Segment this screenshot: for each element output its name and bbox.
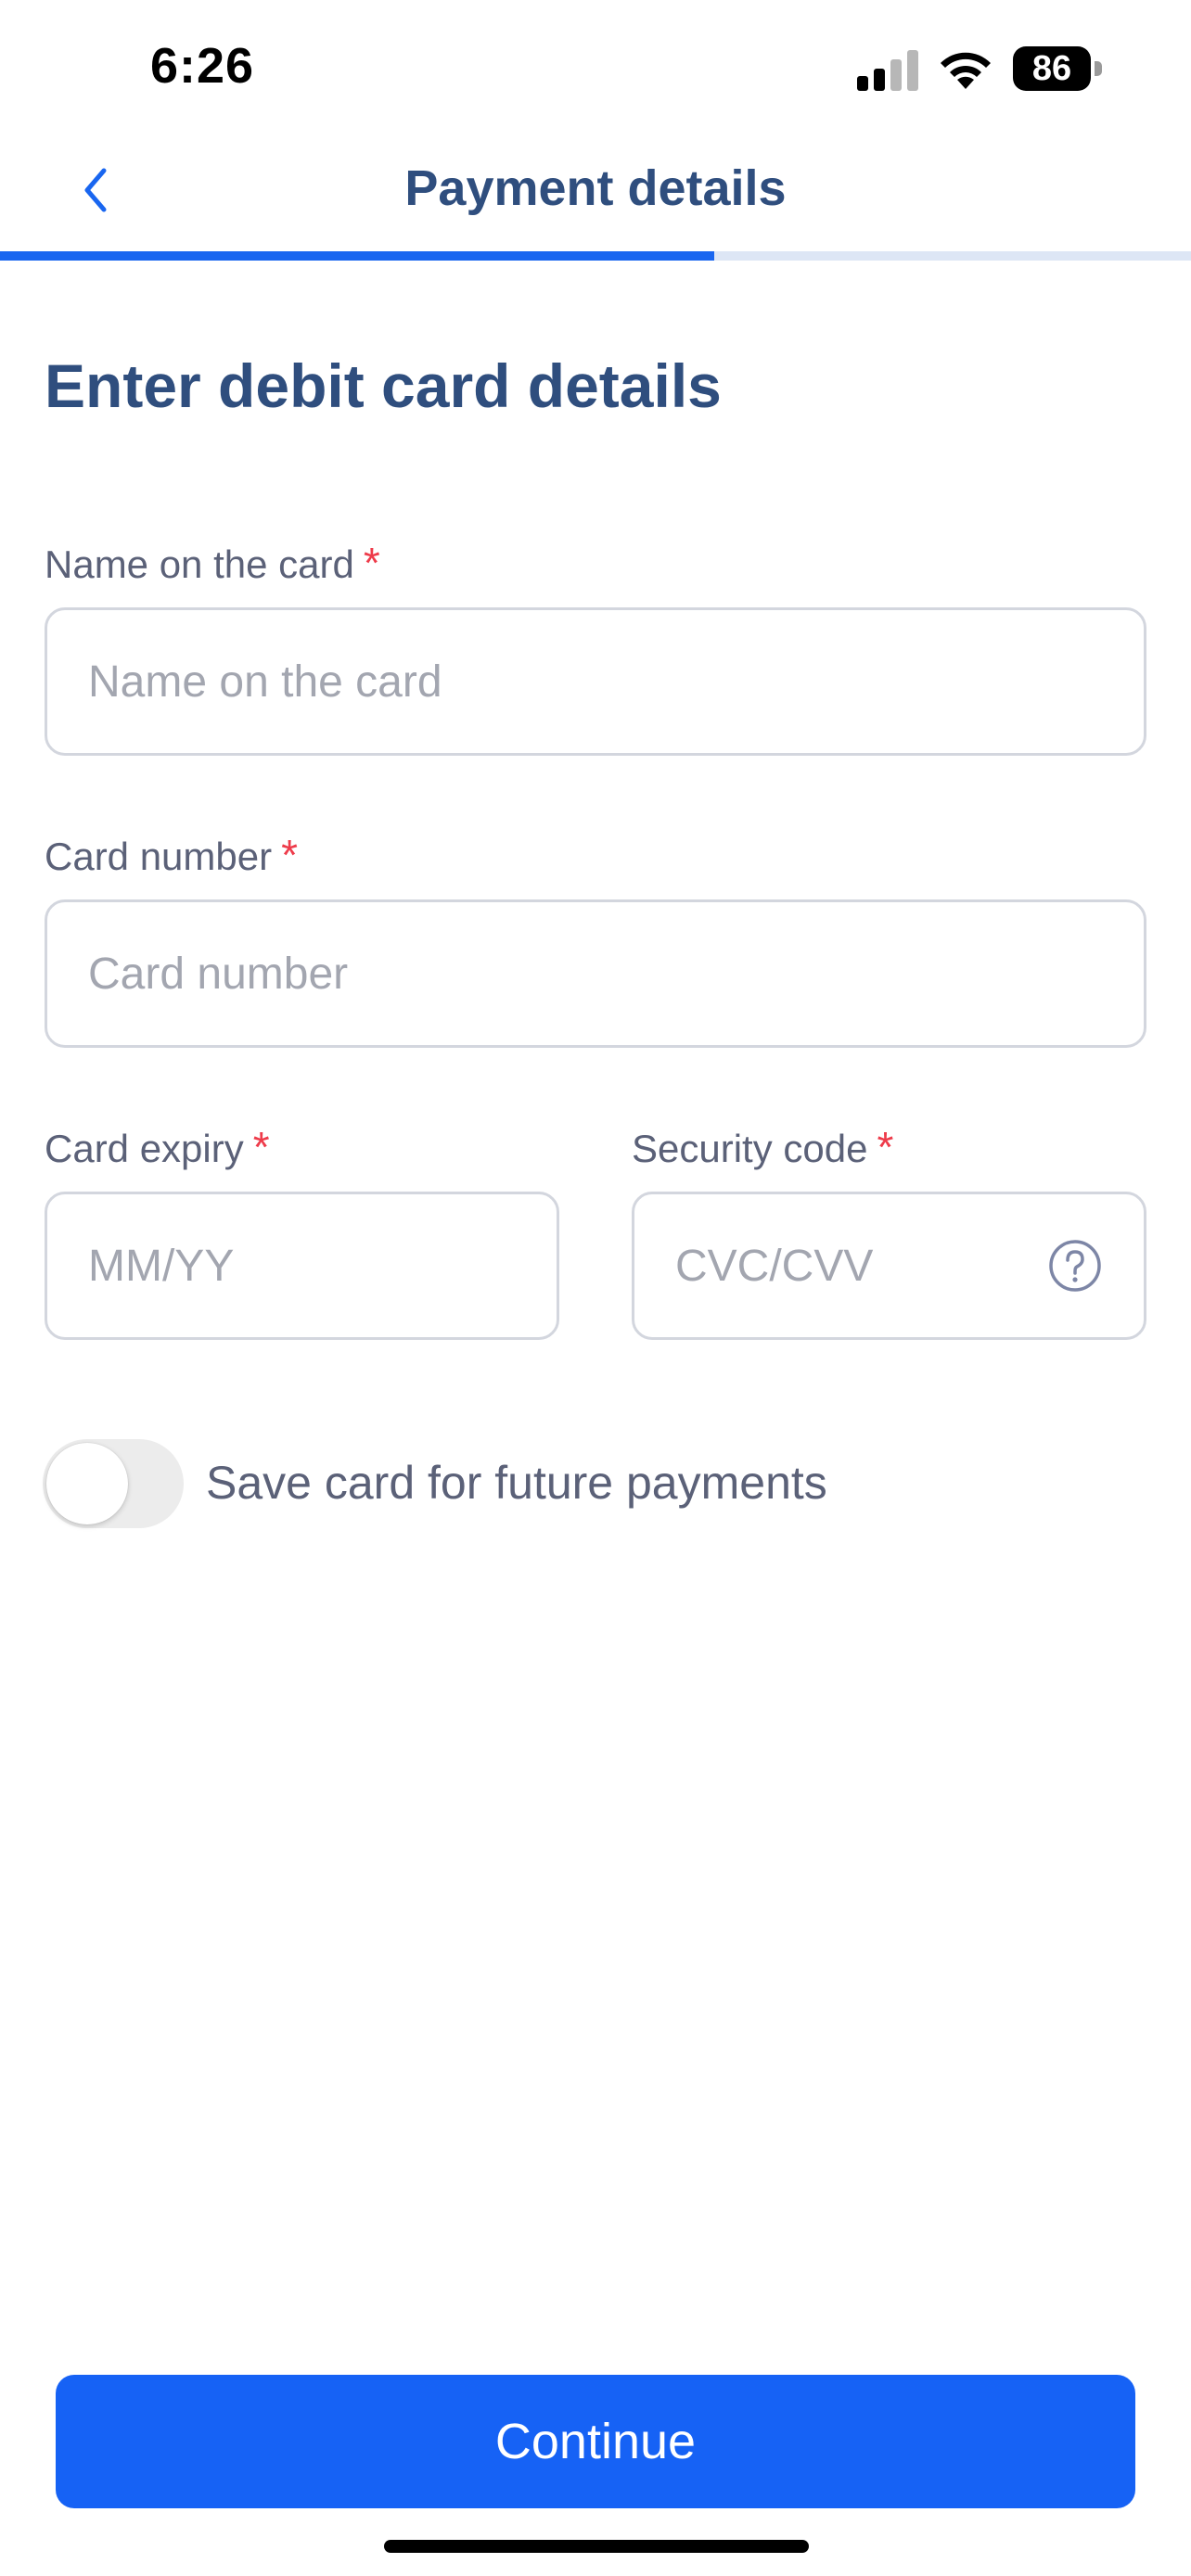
- battery-icon: 86: [1013, 46, 1102, 91]
- required-marker: *: [281, 831, 299, 879]
- signal-icon: [857, 50, 918, 91]
- page-title: Payment details: [404, 160, 787, 216]
- card-expiry-label: Card expiry *: [45, 1122, 270, 1172]
- home-indicator[interactable]: [384, 2540, 809, 2553]
- card-expiry-field[interactable]: [45, 1192, 559, 1340]
- battery-level: 86: [1013, 46, 1091, 91]
- name-on-card-label: Name on the card *: [45, 538, 380, 588]
- status-bar: 6:26 86: [0, 0, 1191, 130]
- form-heading: Enter debit card details: [45, 351, 722, 420]
- question-circle-icon[interactable]: [1047, 1238, 1103, 1294]
- navigation-header: Payment details: [0, 139, 1191, 243]
- security-code-input[interactable]: [675, 1194, 1101, 1337]
- security-code-field[interactable]: [632, 1192, 1146, 1340]
- progress-bar-fill: [0, 251, 715, 261]
- security-code-label-text: Security code: [632, 1127, 868, 1170]
- required-marker: *: [363, 539, 380, 587]
- card-number-input[interactable]: [88, 902, 1101, 1045]
- name-on-card-label-text: Name on the card: [45, 542, 354, 586]
- save-card-toggle[interactable]: [43, 1439, 184, 1528]
- required-marker: *: [252, 1123, 270, 1171]
- card-expiry-input[interactable]: [88, 1194, 514, 1337]
- toggle-knob: [46, 1443, 128, 1524]
- battery-cap: [1095, 61, 1102, 76]
- name-on-card-input[interactable]: [88, 610, 1101, 753]
- continue-button[interactable]: Continue: [56, 2375, 1135, 2508]
- card-number-label-text: Card number: [45, 835, 273, 878]
- status-time: 6:26: [150, 38, 255, 94]
- save-card-label: Save card for future payments: [206, 1457, 827, 1509]
- security-code-label: Security code *: [632, 1122, 893, 1172]
- wifi-icon: [941, 52, 991, 89]
- card-expiry-label-text: Card expiry: [45, 1127, 244, 1170]
- required-marker: *: [877, 1123, 894, 1171]
- card-number-field[interactable]: [45, 899, 1146, 1048]
- card-number-label: Card number *: [45, 830, 298, 880]
- progress-bar: [0, 251, 1191, 261]
- name-on-card-field[interactable]: [45, 607, 1146, 756]
